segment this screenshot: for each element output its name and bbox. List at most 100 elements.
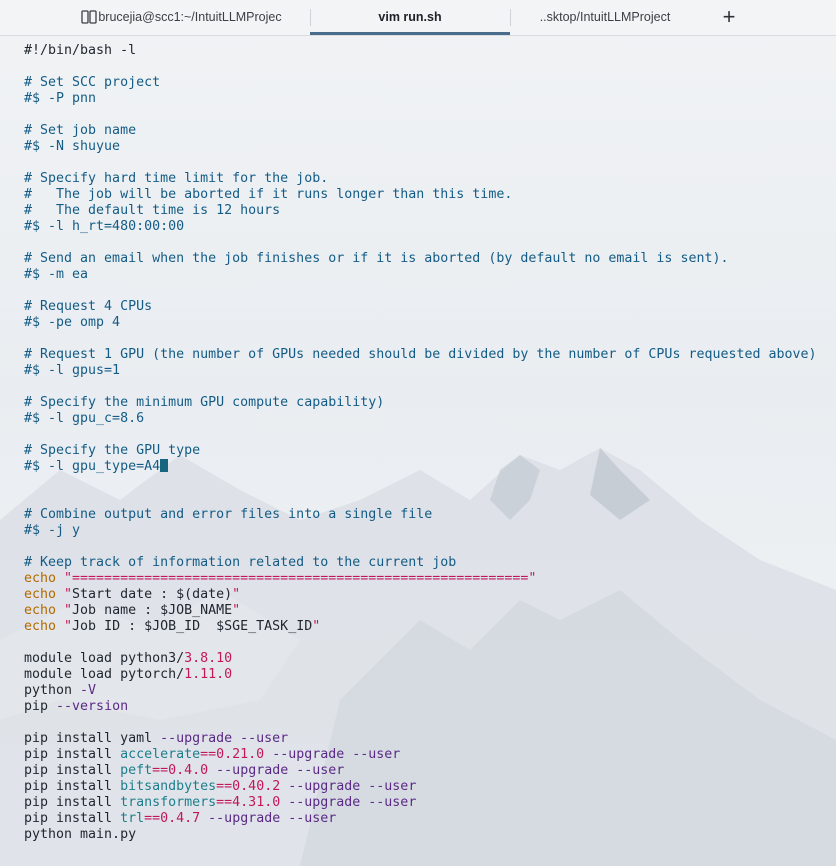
code-token: python (24, 683, 81, 698)
code-token: Start date : $(date) (72, 587, 233, 602)
code-token: == (216, 779, 233, 794)
code-line: #$ -pe omp 4 (24, 315, 817, 331)
code-token: #$ -l h_rt=480:00:00 (24, 219, 185, 234)
code-line: # Set SCC project (24, 75, 817, 91)
code-token: # Request 4 CPUs (24, 299, 153, 314)
code-token: #$ -m ea (24, 267, 89, 282)
code-token: -V (80, 683, 97, 698)
plus-icon: + (722, 4, 736, 29)
code-line: #$ -N shuyue (24, 139, 817, 155)
new-tab-button[interactable]: + (716, 4, 742, 30)
code-token: --upgrade --user (288, 795, 417, 810)
code-token: #$ -j y (24, 523, 81, 538)
code-token: #$ -N shuyue (24, 139, 121, 154)
code-token: pip install (24, 747, 121, 762)
tab-desktop-project[interactable]: ..sktop/IntuitLLMProject (510, 0, 700, 35)
code-token: echo (24, 571, 65, 586)
code-line: # The job will be aborted if it runs lon… (24, 187, 817, 203)
code-line: #$ -P pnn (24, 91, 817, 107)
code-line: #$ -j y (24, 523, 817, 539)
code-token: #$ -pe omp 4 (24, 315, 121, 330)
code-token: pip (24, 699, 57, 714)
code-line: # Request 1 GPU (the number of GPUs need… (24, 347, 817, 363)
code-token: pip install (24, 779, 121, 794)
active-tab-indicator (310, 32, 510, 35)
tab-vim-run-sh[interactable]: vim run.sh (310, 0, 510, 35)
code-token: # The default time is 12 hours (24, 203, 281, 218)
code-token: #$ -l gpu_c=8.6 (24, 411, 145, 426)
code-token: Job ID : $JOB_ID $SGE_TASK_ID (72, 619, 313, 634)
code-token: 0.4.0 (168, 763, 209, 778)
code-line: # Combine output and error files into a … (24, 507, 817, 523)
code-line: python main.py (24, 827, 817, 843)
code-token: # Combine output and error files into a … (24, 507, 433, 522)
code-token: #$ -l gpu_type=A4 (24, 459, 161, 474)
text-cursor (160, 459, 169, 472)
code-token: #!/bin/bash -l (24, 43, 137, 58)
code-token: echo (24, 619, 65, 634)
code-token: --version (56, 699, 129, 714)
code-line: echo "Job ID : $JOB_ID $SGE_TASK_ID" (24, 619, 817, 635)
code-token: trl (120, 811, 145, 826)
code-token: # Specify the minimum GPU compute capabi… (24, 395, 385, 410)
code-token: Job name : $JOB_NAME (72, 603, 233, 618)
code-token: # Set SCC project (24, 75, 161, 90)
code-token: # Set job name (24, 123, 137, 138)
code-token: " (64, 603, 73, 618)
vim-editor[interactable]: #!/bin/bash -l # Set SCC project #$ -P pnn… (24, 43, 817, 843)
code-token: bitsandbytes (120, 779, 217, 794)
code-line: # Keep track of information related to t… (24, 555, 817, 571)
code-token: pip install yaml (24, 731, 161, 746)
code-token: echo (24, 603, 65, 618)
code-token: " (312, 619, 321, 634)
code-token: 4.31.0 (232, 795, 281, 810)
code-token: " (232, 603, 241, 618)
tab-home-shell[interactable]: brucejia@scc1:~/IntuitLLMProjec (70, 0, 310, 35)
code-line: pip install trl==0.4.7 --upgrade --user (24, 811, 817, 827)
code-line: #!/bin/bash -l (24, 43, 817, 59)
tab-label: ..sktop/IntuitLLMProject (539, 10, 671, 24)
code-token: # Specify the GPU type (24, 443, 201, 458)
code-token: module load python3/ (24, 651, 185, 666)
tab-label: brucejia@scc1:~/IntuitLLMProjec (98, 10, 282, 24)
code-token: == (152, 763, 169, 778)
code-token: # Specify hard time limit for the job. (24, 171, 329, 186)
code-line: #$ -m ea (24, 267, 817, 283)
code-token: --upgrade --user (160, 731, 289, 746)
code-line: pip install bitsandbytes==0.40.2 --upgra… (24, 779, 817, 795)
tab-bar: brucejia@scc1:~/IntuitLLMProjec vim run.… (0, 0, 836, 36)
code-token: python main.py (24, 827, 137, 842)
code-line: #$ -l gpu_c=8.6 (24, 411, 817, 427)
code-line: python -V (24, 683, 817, 699)
code-token: #$ -l gpus=1 (24, 363, 121, 378)
code-token: pip install (24, 811, 121, 826)
code-token: " (64, 587, 73, 602)
code-line: #$ -l h_rt=480:00:00 (24, 219, 817, 235)
code-token: transformers (120, 795, 217, 810)
code-line: echo "Start date : $(date)" (24, 587, 817, 603)
code-token: --upgrade --user (208, 811, 337, 826)
code-line: # Specify the GPU type (24, 443, 817, 459)
code-line: # Request 4 CPUs (24, 299, 817, 315)
code-token: # Request 1 GPU (the number of GPUs need… (24, 347, 817, 362)
code-line: # Set job name (24, 123, 817, 139)
code-line: pip install peft==0.4.0 --upgrade --user (24, 763, 817, 779)
code-line: # Specify the minimum GPU compute capabi… (24, 395, 817, 411)
code-token: 1.11.0 (184, 667, 233, 682)
code-token: --upgrade --user (288, 779, 417, 794)
code-token: module load pytorch/ (24, 667, 185, 682)
code-line: pip install yaml --upgrade --user (24, 731, 817, 747)
code-line: module load pytorch/1.11.0 (24, 667, 817, 683)
code-token: 3.8.10 (184, 651, 233, 666)
code-line: pip --version (24, 699, 817, 715)
